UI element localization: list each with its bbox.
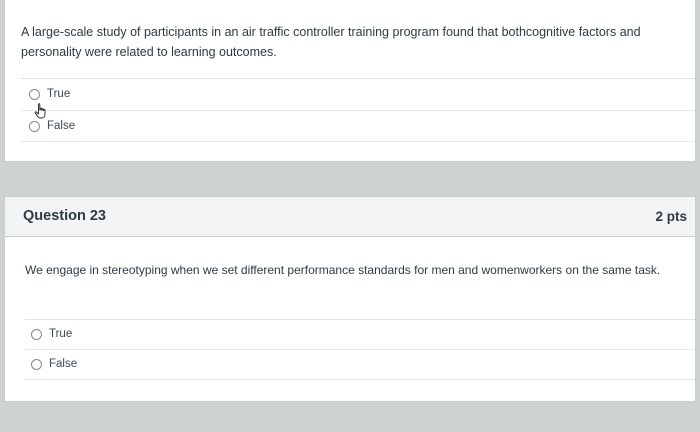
question-22-text: A large-scale study of participants in a…: [21, 25, 641, 59]
radio-button-icon[interactable]: [29, 120, 40, 132]
radio-button-icon[interactable]: [31, 358, 42, 370]
answer-false-option[interactable]: False: [29, 120, 75, 132]
question-23-card: Question 23 2 pts We engage in stereotyp…: [4, 196, 696, 402]
question-title: Question 23: [23, 208, 106, 224]
hand-pointer-icon: [34, 103, 46, 119]
answer-label: True: [49, 328, 73, 340]
divider: [21, 78, 695, 79]
divider: [25, 349, 695, 350]
answer-label: False: [49, 358, 78, 370]
question-22-card: A large-scale study of participants in a…: [4, 0, 696, 162]
answer-true-option[interactable]: True: [29, 88, 70, 100]
question-23-text: We engage in stereotyping when we set di…: [25, 263, 661, 277]
divider: [25, 319, 695, 320]
answer-label: False: [47, 120, 76, 132]
divider: [21, 110, 695, 111]
answer-label: True: [47, 88, 71, 100]
answer-false-option[interactable]: False: [31, 358, 77, 370]
radio-button-icon[interactable]: [31, 328, 42, 340]
answer-true-option[interactable]: True: [31, 328, 72, 340]
question-header: Question 23 2 pts: [5, 197, 695, 237]
question-points: 2 pts: [655, 209, 687, 224]
radio-button-icon[interactable]: [29, 88, 40, 100]
divider: [25, 379, 695, 380]
divider: [21, 141, 695, 142]
quiz-page: A large-scale study of participants in a…: [0, 0, 700, 432]
